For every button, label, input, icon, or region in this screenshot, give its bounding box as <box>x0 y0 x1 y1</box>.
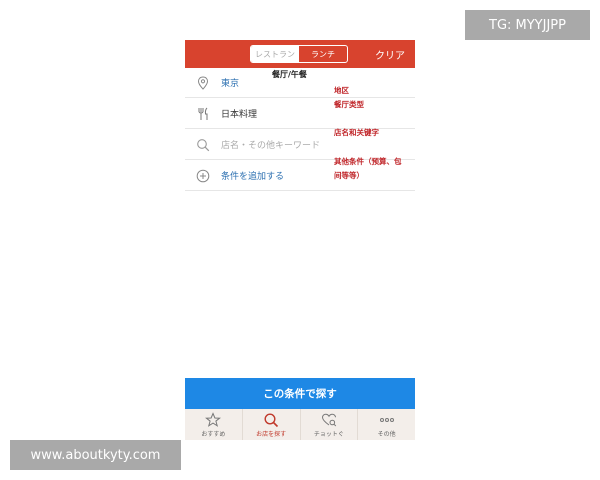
tab-bar: おすすめ お店を探す チョットぐ その他 <box>185 409 415 440</box>
clear-button[interactable]: クリア <box>375 47 405 62</box>
header-bar: レストラン ランチ クリア <box>185 40 415 68</box>
segment-lunch-label: ランチ <box>311 49 335 59</box>
cuisine-row[interactable]: 日本料理 <box>185 99 415 129</box>
search-icon <box>263 412 279 428</box>
watermark-bottom: www.aboutkyty.com <box>10 440 181 470</box>
star-icon <box>205 411 222 428</box>
annotation-title: 餐厅/午餐 <box>272 70 307 79</box>
segmented-control: レストラン ランチ <box>250 45 348 63</box>
tab-other[interactable]: その他 <box>358 409 415 440</box>
segment-restaurant[interactable]: レストラン <box>251 46 299 62</box>
tab-find-store[interactable]: お店を探す <box>243 409 301 440</box>
annotation-cuisine: 餐厅类型 <box>334 100 364 109</box>
plus-circle-icon <box>185 161 221 191</box>
annotation-other-1: 其他条件（预算、包 <box>334 157 402 166</box>
tab-find-store-label: お店を探す <box>256 430 287 438</box>
segment-restaurant-label: レストラン <box>255 49 295 59</box>
keyword-input[interactable]: 店名・その他キーワード <box>221 138 320 151</box>
annotation-keyword: 店名和关键字 <box>334 128 379 137</box>
tab-quick-label: チョットぐ <box>313 430 344 438</box>
fork-knife-icon <box>185 99 221 129</box>
tab-recommend-label: おすすめ <box>201 430 226 438</box>
location-pin-icon <box>185 68 221 98</box>
annotation-area: 地区 <box>334 86 349 95</box>
tab-other-label: その他 <box>377 430 396 438</box>
tab-quick[interactable]: チョットぐ <box>301 409 359 440</box>
segment-lunch[interactable]: ランチ <box>299 46 347 62</box>
search-button[interactable]: この条件で探す <box>185 378 415 409</box>
watermark-top: TG: MYYJJPP <box>465 10 590 40</box>
more-dots-icon <box>378 412 396 428</box>
phone-screen: レストラン ランチ クリア 東京 日本料理 店名・その他キーワード 条件を追加す… <box>185 40 415 440</box>
cuisine-value: 日本料理 <box>221 110 258 120</box>
area-value: 東京 <box>221 79 240 89</box>
watermark-top-text: TG: MYYJJPP <box>489 17 566 33</box>
watermark-bottom-text: www.aboutkyty.com <box>30 447 161 463</box>
annotation-other-2: 间等等） <box>334 171 364 180</box>
heart-search-icon <box>321 412 337 428</box>
tab-recommend[interactable]: おすすめ <box>185 409 243 440</box>
search-icon <box>185 130 221 160</box>
add-condition-label: 条件を追加する <box>221 172 285 182</box>
